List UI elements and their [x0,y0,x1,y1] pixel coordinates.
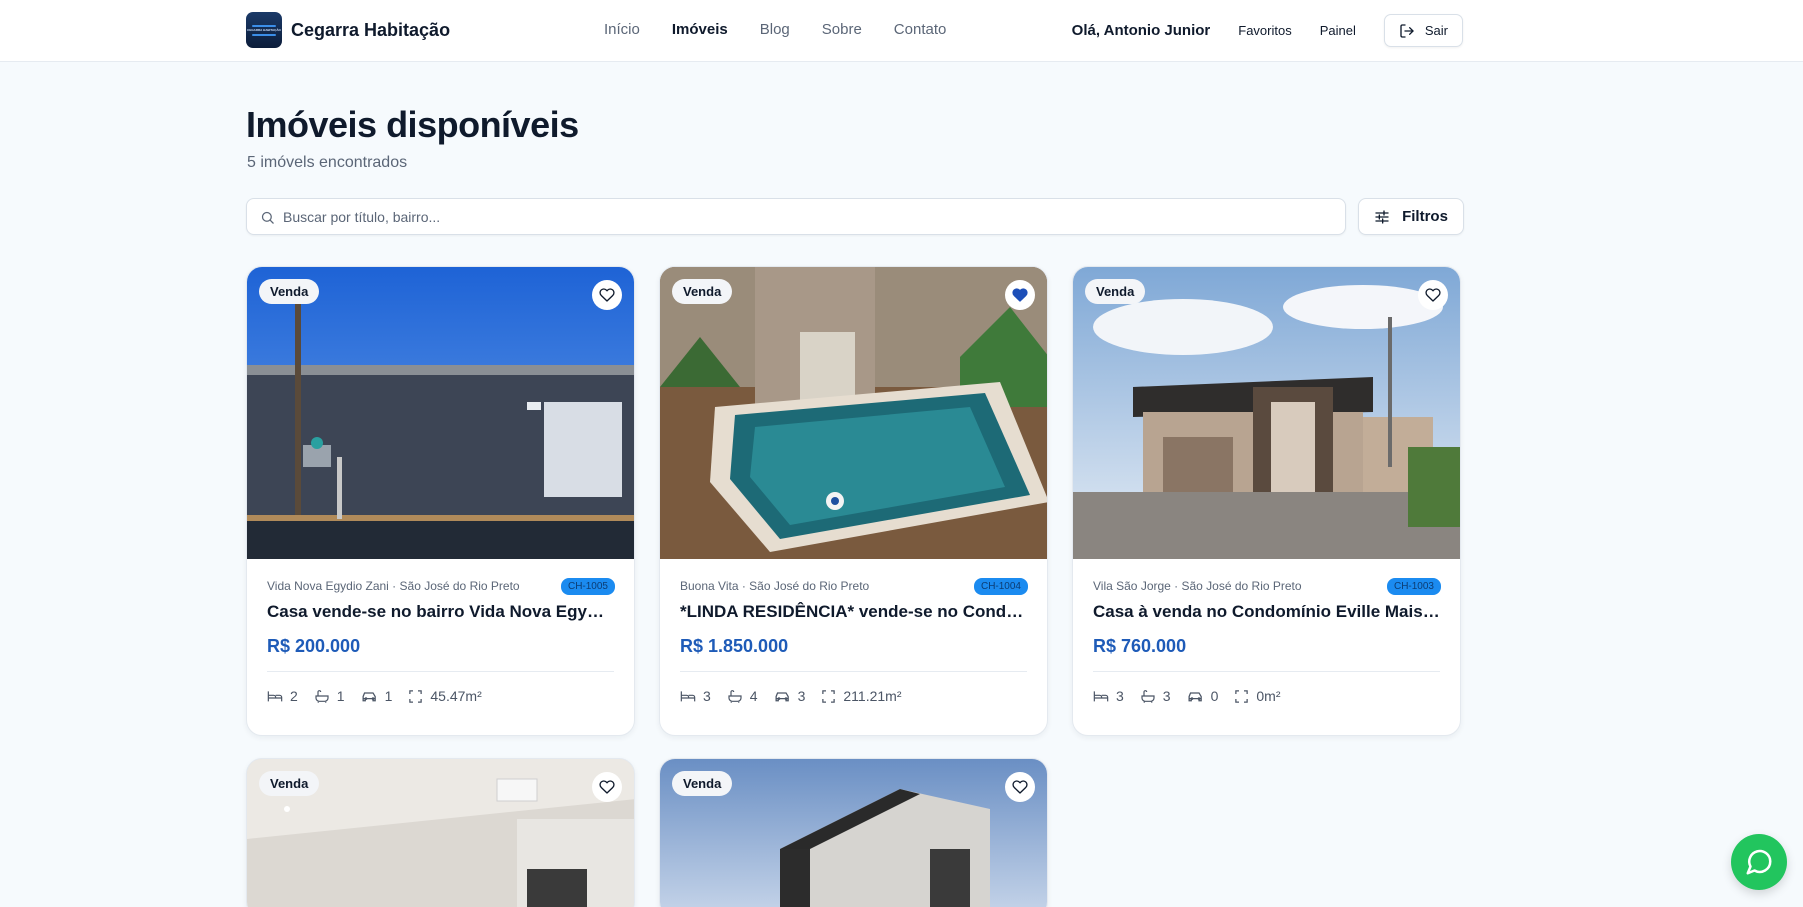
area-icon [1235,689,1249,703]
listing-code-badge: CH-1004 [973,578,1028,595]
listing-photo[interactable]: Venda [660,267,1047,559]
nav-imoveis[interactable]: Imóveis [672,21,728,38]
parking-count: 0 [1210,688,1219,704]
beds-count: 3 [703,688,711,704]
car-icon [362,691,376,701]
listing-title[interactable]: Casa à venda no Condomínio Eville Mais P… [1093,602,1440,622]
sliders-icon [1375,209,1389,224]
bed-icon [1093,691,1109,702]
listing-price: R$ 200.000 [267,636,361,656]
listing-card[interactable]: Venda Vida Nova Egydio Zani · São José d… [246,266,635,736]
user-area: Olá, Antonio Junior Favoritos Painel Sai… [1072,14,1463,47]
nav-inicio[interactable]: Início [604,21,640,38]
listing-title[interactable]: Casa vende-se no bairro Vida Nova Egydio… [267,602,614,622]
listing-specs: 3 3 0 0m² [1093,688,1440,704]
results-count: 5 imóvels encontrados [247,154,408,171]
baths-count: 4 [749,688,758,704]
beds-count: 3 [1116,688,1124,704]
brand-logo-text: CEGARRA HABITAÇÃO [247,27,281,32]
listing-type-badge: Venda [259,771,320,796]
car-icon [775,691,789,701]
logout-button[interactable]: Sair [1383,14,1463,47]
listing-card[interactable]: Venda [659,758,1048,907]
filters-label: Filtros [1402,208,1448,225]
logout-icon [1400,23,1414,38]
listing-price: R$ 1.850.000 [680,636,789,656]
favorite-button[interactable] [1418,280,1448,310]
heart-icon [1425,288,1441,302]
listing-photo[interactable]: Venda [247,267,634,559]
listing-title[interactable]: *LINDA RESIDÊNCIA* vende-se no Condomíni… [680,602,1027,622]
favorite-button[interactable] [592,772,622,802]
favorites-link[interactable]: Favoritos [1238,23,1291,38]
area-value: 45.47m² [430,688,482,704]
top-navbar: CEGARRA HABITAÇÃO Cegarra Habitação Iníc… [0,0,1803,62]
listing-card[interactable]: Venda Buona Vita · São José do Rio Preto… [659,266,1048,736]
chat-bubble-icon [1746,849,1772,875]
listing-photo[interactable]: Venda [660,759,1047,907]
search-icon [261,211,274,224]
listing-photo[interactable]: Venda [1073,267,1460,559]
search-box [246,198,1346,235]
favorite-button[interactable] [592,280,622,310]
heart-icon [1012,780,1028,794]
brand[interactable]: CEGARRA HABITAÇÃO Cegarra Habitação [246,12,450,48]
area-icon [409,689,423,703]
beds-count: 2 [290,688,298,704]
parking-count: 3 [797,688,806,704]
listing-specs: 3 4 3 211.21m² [680,688,1027,704]
house-photo-image [247,267,634,559]
search-input[interactable] [283,199,1333,234]
area-icon [822,689,836,703]
favorite-button[interactable] [1005,280,1035,310]
listing-price: R$ 760.000 [1093,636,1187,656]
brand-name: Cegarra Habitação [291,19,451,40]
house-facade-photo-image [1073,267,1460,559]
listing-type-badge: Venda [259,279,320,304]
baths-count: 3 [1162,688,1171,704]
area-value: 0m² [1256,688,1281,704]
divider [1093,671,1440,672]
listing-type-badge: Venda [1085,279,1146,304]
nav-contato[interactable]: Contato [894,21,947,38]
brand-logo: CEGARRA HABITAÇÃO [246,12,282,48]
bed-icon [680,691,696,702]
listing-type-badge: Venda [672,771,733,796]
panel-link[interactable]: Painel [1320,23,1356,38]
divider [267,671,614,672]
main-nav: Início Imóveis Blog Sobre Contato [604,21,946,38]
listing-code-badge: CH-1005 [560,578,615,595]
nav-blog[interactable]: Blog [760,21,790,38]
whatsapp-button[interactable] [1731,834,1787,890]
bed-icon [267,691,283,702]
listing-code-badge: CH-1003 [1386,578,1441,595]
car-icon [1188,691,1202,701]
bath-icon [728,690,742,703]
pool-photo-image [660,267,1047,559]
favorite-button[interactable] [1005,772,1035,802]
divider [680,671,1027,672]
user-greeting: Olá, Antonio Junior [1071,22,1211,39]
baths-count: 1 [336,688,345,704]
bath-icon [315,690,329,703]
listing-card[interactable]: Venda Vila São Jorge · São José do Rio P… [1072,266,1461,736]
filters-button[interactable]: Filtros [1358,198,1464,235]
parking-count: 1 [384,688,393,704]
heart-filled-icon [1012,288,1028,302]
page-title: Imóveis disponíveis [246,104,579,145]
bath-icon [1141,690,1155,703]
logout-label: Sair [1424,23,1448,38]
listing-specs: 2 1 1 45.47m² [267,688,614,704]
listing-card[interactable]: Venda [246,758,635,907]
nav-sobre[interactable]: Sobre [822,21,862,38]
heart-icon [599,288,615,302]
heart-icon [599,780,615,794]
listing-photo[interactable]: Venda [247,759,634,907]
area-value: 211.21m² [843,688,902,704]
listing-type-badge: Venda [672,279,733,304]
